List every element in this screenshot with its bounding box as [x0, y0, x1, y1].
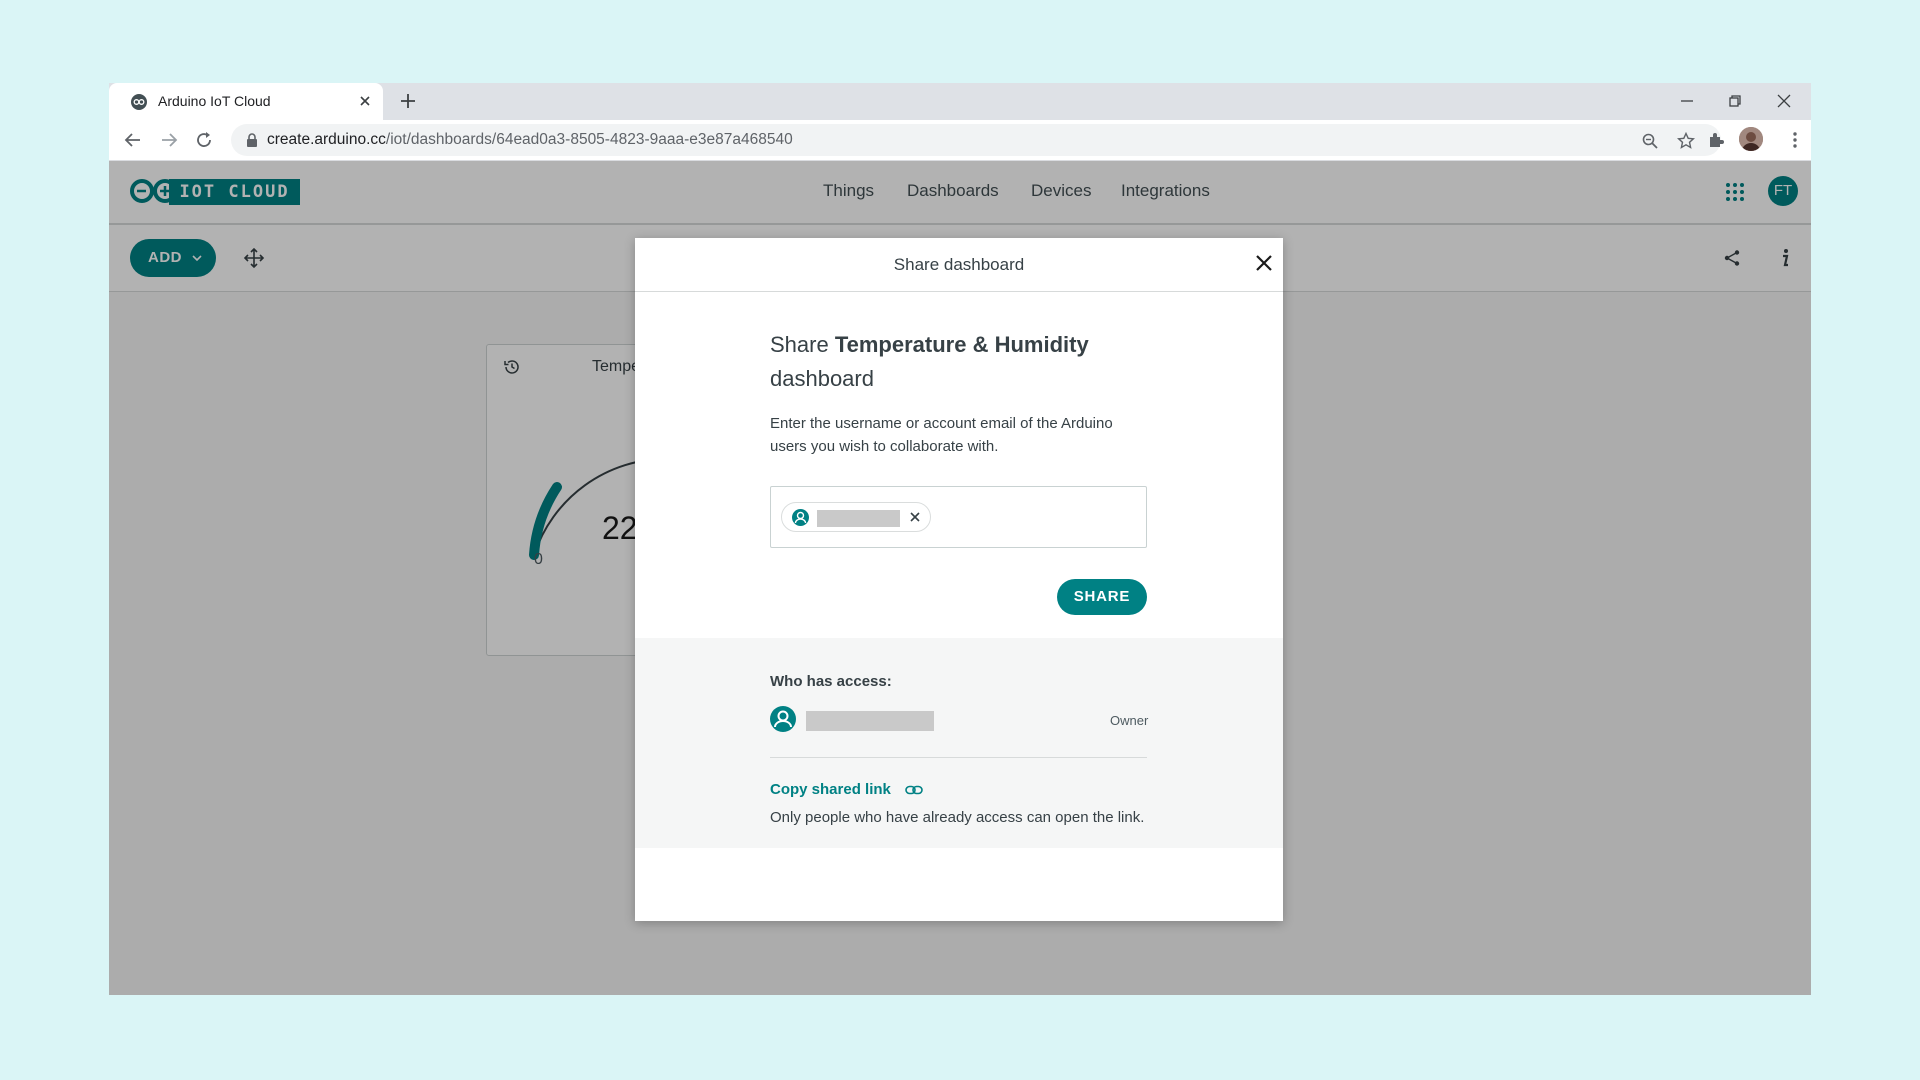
browser-window: Arduino IoT Cloud create.arduino.cc/iot/…	[109, 83, 1811, 995]
redacted-username	[817, 510, 900, 527]
browser-toolbar: create.arduino.cc/iot/dashboards/64ead0a…	[109, 120, 1811, 161]
forward-icon[interactable]	[159, 130, 179, 150]
profile-avatar[interactable]	[1739, 127, 1763, 151]
new-tab-icon[interactable]	[399, 92, 417, 110]
share-button[interactable]: SHARE	[1057, 579, 1147, 615]
link-icon[interactable]	[905, 784, 923, 796]
lock-icon	[247, 133, 257, 147]
share-dashboard-modal: Share dashboard Share Temperature & Humi…	[635, 238, 1283, 921]
dashboard-name: Temperature & Humidity	[834, 332, 1089, 357]
heading-prefix: Share	[770, 332, 835, 357]
url-host: create.arduino.cc	[267, 131, 386, 148]
tab-strip: Arduino IoT Cloud	[109, 83, 1811, 120]
modal-header: Share dashboard	[635, 238, 1283, 292]
extensions-icon[interactable]	[1706, 130, 1726, 150]
owner-avatar-icon	[770, 706, 796, 732]
who-has-access-label: Who has access:	[770, 673, 892, 690]
share-heading: Share Temperature & Humidity dashboard	[770, 328, 1130, 396]
owner-role: Owner	[1110, 713, 1149, 728]
restore-icon[interactable]	[1725, 91, 1745, 111]
collaborator-input[interactable]	[770, 486, 1147, 548]
tab-close-icon[interactable]	[357, 93, 373, 109]
link-note: Only people who have already access can …	[770, 809, 1145, 826]
url-text: create.arduino.cc/iot/dashboards/64ead0a…	[267, 131, 793, 149]
close-icon[interactable]	[1255, 254, 1273, 272]
reload-icon[interactable]	[194, 130, 214, 150]
access-section: Who has access: Owner Copy shared link O…	[635, 638, 1283, 848]
redacted-owner-name	[806, 711, 934, 731]
share-description: Enter the username or account email of t…	[770, 415, 1113, 455]
arduino-favicon-icon	[131, 94, 147, 110]
remove-user-icon[interactable]	[910, 512, 920, 522]
modal-title: Share dashboard	[893, 255, 1025, 274]
browser-menu-icon[interactable]	[1785, 130, 1805, 150]
back-icon[interactable]	[123, 130, 143, 150]
minimize-icon[interactable]	[1677, 91, 1697, 111]
profile-photo-icon	[1739, 127, 1763, 151]
user-chip[interactable]	[781, 502, 931, 532]
heading-suffix: dashboard	[770, 366, 874, 391]
divider	[770, 757, 1147, 758]
copy-shared-link[interactable]: Copy shared link	[770, 781, 891, 798]
tab-title: Arduino IoT Cloud	[158, 93, 271, 109]
browser-tab[interactable]: Arduino IoT Cloud	[109, 83, 383, 120]
zoom-icon[interactable]	[1641, 132, 1659, 150]
user-avatar-icon	[792, 509, 809, 526]
url-path: /iot/dashboards/64ead0a3-8505-4823-9aaa-…	[385, 131, 793, 148]
window-close-icon[interactable]	[1774, 91, 1794, 111]
address-bar[interactable]: create.arduino.cc/iot/dashboards/64ead0a…	[231, 124, 1721, 156]
bookmark-star-icon[interactable]	[1677, 132, 1695, 150]
